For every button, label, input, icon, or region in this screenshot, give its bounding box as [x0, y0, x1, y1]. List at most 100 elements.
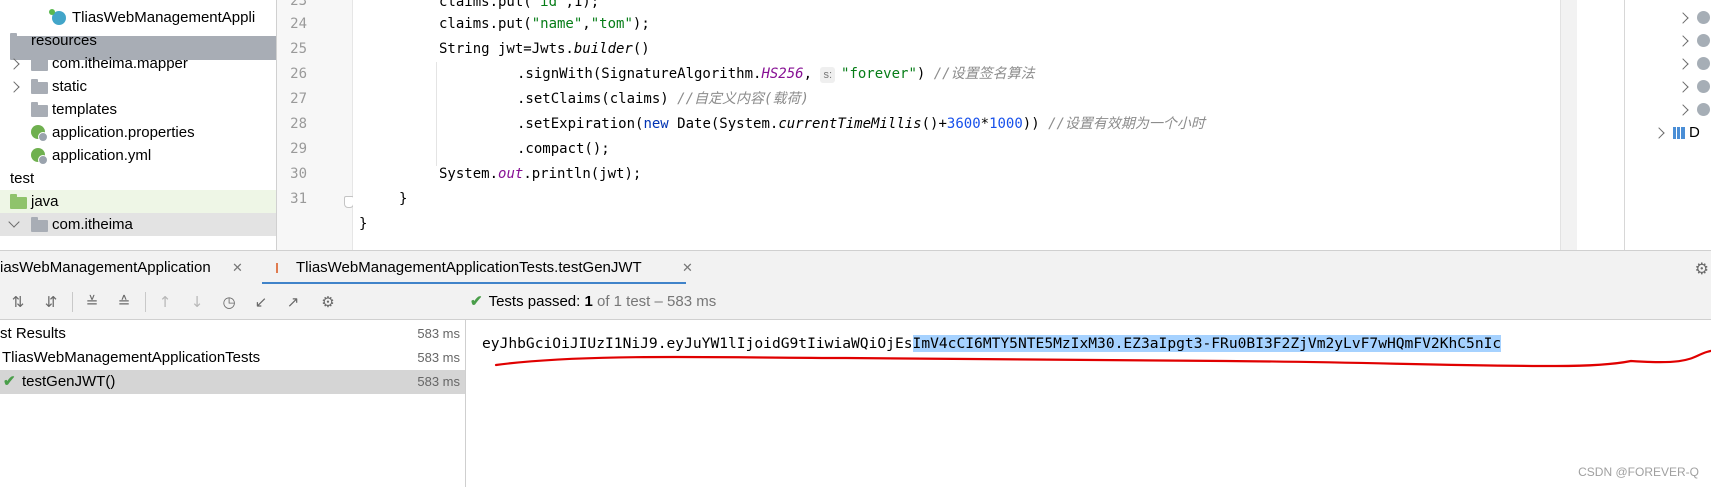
test-node-label: st Results	[0, 325, 66, 342]
chevron-right-icon[interactable]	[1677, 35, 1689, 47]
package-icon	[1697, 80, 1710, 93]
folder-icon	[31, 56, 48, 71]
database-icon	[1673, 127, 1685, 139]
chevron-down-icon[interactable]	[8, 216, 20, 228]
line-number: 23	[290, 0, 307, 9]
red-underline-annotation	[494, 349, 1711, 368]
code-line-26: .signWith(SignatureAlgorithm.HS256, s: "f…	[517, 66, 1035, 83]
code-line-30: System.out.println(jwt);	[439, 166, 642, 182]
test-duration: 583 ms	[417, 350, 460, 365]
indent-guide	[436, 62, 437, 166]
tab-label: iasWebManagementApplication	[0, 259, 211, 276]
import-tests-icon[interactable]: ↙	[250, 291, 272, 313]
test-folder-icon	[10, 194, 27, 209]
test-run-icon	[276, 263, 287, 273]
sort-by-duration-icon[interactable]: ⇵	[40, 291, 62, 313]
package-icon	[1697, 57, 1710, 70]
settings-gear-icon[interactable]: ⚙	[317, 291, 339, 313]
tree-item-label: templates	[52, 101, 118, 118]
chevron-right-icon[interactable]	[8, 81, 20, 93]
code-editor[interactable]: claims.put("id",1); claims.put("name","t…	[353, 0, 1560, 250]
code-line-28: .setExpiration(new Date(System.currentTi…	[517, 116, 1205, 132]
toolbar-separator	[145, 292, 146, 312]
project-tree: TliasWebManagementAppli resources com.it…	[0, 0, 277, 250]
status-suffix: of 1 test – 583 ms	[596, 293, 717, 310]
run-tab-testgenjwt[interactable]: TliasWebManagementApplicationTests.testG…	[262, 251, 693, 285]
watermark: CSDN @FOREVER-Q	[1578, 465, 1699, 479]
tree-item-label: com.itheima	[52, 216, 133, 233]
line-number: 27	[290, 91, 307, 107]
folder-icon	[31, 102, 48, 117]
code-line-29: .compact();	[517, 141, 610, 157]
code-line-24: claims.put("name","tom");	[439, 16, 650, 32]
tree-item-com-itheima[interactable]: com.itheima	[0, 213, 276, 236]
test-results-tree: st Results 583 ms TliasWebManagementAppl…	[0, 320, 466, 487]
chevron-right-icon[interactable]	[1677, 12, 1689, 24]
spring-config-icon	[31, 148, 48, 165]
chevron-right-icon[interactable]	[1677, 58, 1689, 70]
chevron-right-icon[interactable]	[1653, 127, 1665, 139]
test-duration: 583 ms	[417, 326, 460, 341]
tree-item-java[interactable]: java	[0, 190, 276, 213]
tree-item-label: com.itheima.mapper	[52, 55, 188, 72]
sort-alphabetically-icon[interactable]: ⇅	[7, 291, 29, 313]
line-number: 31	[290, 191, 307, 207]
panel-row-label: D	[1689, 124, 1700, 141]
test-duration: 583 ms	[417, 374, 460, 389]
test-node-label: TliasWebManagementApplicationTests	[2, 349, 261, 366]
tree-item-label: static	[52, 78, 88, 95]
line-number: 28	[290, 116, 307, 132]
status-prefix: Tests passed:	[488, 293, 581, 310]
folder-icon	[31, 217, 48, 232]
gear-icon[interactable]: ⚙	[1695, 259, 1709, 278]
folder-icon	[31, 79, 48, 94]
code-line-32: }	[359, 216, 368, 232]
previous-failed-icon[interactable]: ↑	[154, 291, 176, 313]
spring-config-icon	[31, 125, 48, 142]
code-line-25: String jwt=Jwts.builder()	[439, 41, 650, 57]
side-panel: D	[1624, 0, 1711, 250]
console-output[interactable]: eyJhbGciOiJIUzI1NiJ9.eyJuYW1lIjoidG9tIiw…	[466, 320, 1711, 487]
test-node-root[interactable]: st Results 583 ms	[0, 322, 465, 346]
test-node-method[interactable]: ✔ testGenJWT() 583 ms	[0, 370, 465, 394]
run-tab-bar: iasWebManagementApplication ✕ TliasWebMa…	[0, 250, 1711, 285]
package-icon	[1697, 103, 1710, 116]
line-number: 26	[290, 66, 307, 82]
next-failed-icon[interactable]: ↓	[186, 291, 208, 313]
tree-item-label: TliasWebManagementAppli	[72, 9, 256, 26]
class-icon	[49, 9, 66, 25]
close-icon[interactable]: ✕	[682, 251, 693, 284]
run-toolbar: ⇅ ⇵ ≚ ≙ ↑ ↓ ◷ ↙ ↗ ⚙ ✔ Tests passed: 1 of …	[0, 284, 1711, 320]
code-line-31: }	[399, 191, 408, 207]
editor-gutter: 23 24 25 26 27 28 29 30 31	[277, 0, 354, 250]
line-number: 24	[290, 16, 307, 32]
history-icon[interactable]: ◷	[218, 291, 240, 313]
toolbar-separator	[72, 292, 73, 312]
close-icon[interactable]: ✕	[232, 251, 243, 284]
package-icon	[1697, 34, 1710, 47]
test-node-label: testGenJWT()	[22, 373, 116, 390]
tree-item-label: application.yml	[52, 147, 152, 164]
code-line-27: .setClaims(claims) //自定义内容(载荷)	[517, 91, 809, 107]
export-tests-icon[interactable]: ↗	[282, 291, 304, 313]
expand-all-icon[interactable]: ≚	[81, 291, 103, 313]
status-passed-count: 1	[584, 293, 593, 310]
line-number: 25	[290, 41, 307, 57]
chevron-right-icon[interactable]	[8, 58, 20, 70]
line-number: 30	[290, 166, 307, 182]
test-node-class[interactable]: TliasWebManagementApplicationTests 583 m…	[0, 346, 465, 370]
line-number: 29	[290, 141, 307, 157]
chevron-right-icon[interactable]	[1677, 104, 1689, 116]
test-status: ✔ Tests passed: 1 of 1 test – 583 ms	[470, 284, 716, 319]
passed-check-icon: ✔	[3, 373, 16, 390]
check-icon: ✔	[470, 293, 483, 310]
parameter-hint: s:	[820, 67, 836, 83]
package-icon	[1697, 11, 1710, 24]
chevron-right-icon[interactable]	[1677, 81, 1689, 93]
collapse-all-icon[interactable]: ≙	[113, 291, 135, 313]
tree-item-label: application.properties	[52, 124, 195, 141]
tree-item-label: test	[10, 170, 35, 187]
run-tab-application[interactable]: iasWebManagementApplication ✕	[0, 251, 250, 285]
editor-scrollbar[interactable]	[1560, 0, 1577, 250]
tree-item-label: java	[31, 193, 59, 210]
